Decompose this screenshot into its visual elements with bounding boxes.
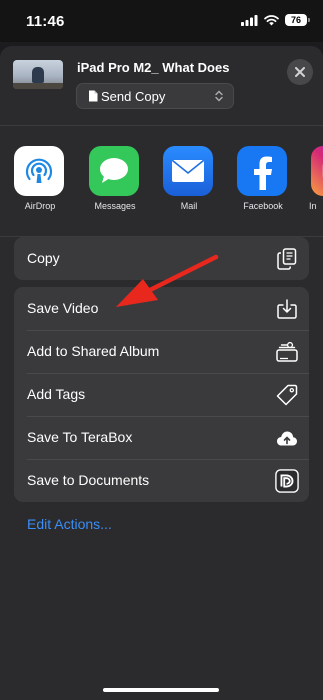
edit-actions-link[interactable]: Edit Actions... xyxy=(27,516,112,532)
document-icon xyxy=(89,90,98,102)
action-save-to-terabox[interactable]: Save To TeraBox xyxy=(14,416,309,459)
app-name: Facebook xyxy=(243,201,283,211)
app-instagram[interactable]: In xyxy=(309,146,323,211)
header-divider xyxy=(0,125,323,126)
action-label: Save To TeraBox xyxy=(27,429,133,445)
action-copy[interactable]: Copy xyxy=(14,237,309,280)
cellular-signal-icon xyxy=(241,14,258,26)
app-messages[interactable]: Messages xyxy=(89,146,141,211)
app-facebook[interactable]: Facebook xyxy=(237,146,289,211)
shared-item-title: iPad Pro M2_ What Does xyxy=(77,60,230,75)
actions-group: Save Video Add to Shared Album Add Tags … xyxy=(14,287,309,502)
facebook-icon xyxy=(237,146,287,196)
send-option-selector[interactable]: Send Copy xyxy=(76,83,234,109)
app-mail[interactable]: Mail xyxy=(163,146,215,211)
action-save-to-documents[interactable]: Save to Documents xyxy=(14,459,309,502)
action-label: Copy xyxy=(27,250,60,266)
action-label: Add to Shared Album xyxy=(27,343,160,359)
share-sheet: iPad Pro M2_ What Does Send Copy AirDrop… xyxy=(0,46,323,700)
action-save-video[interactable]: Save Video xyxy=(14,287,309,330)
app-share-row: AirDrop Messages Mail Facebook In xyxy=(0,146,323,226)
close-button[interactable] xyxy=(287,59,313,85)
instagram-icon xyxy=(311,146,323,196)
action-add-tags[interactable]: Add Tags xyxy=(14,373,309,416)
close-icon xyxy=(295,67,305,77)
app-name: Messages xyxy=(94,201,136,211)
app-name: Mail xyxy=(180,201,198,211)
wifi-icon xyxy=(264,14,279,25)
battery-icon: 76 xyxy=(285,14,310,26)
copy-icon xyxy=(275,247,299,271)
documents-app-icon xyxy=(275,469,299,493)
action-label: Save Video xyxy=(27,300,99,316)
status-icons: 76 xyxy=(241,14,310,26)
app-name: AirDrop xyxy=(24,201,56,211)
tag-icon xyxy=(275,383,299,407)
messages-icon xyxy=(89,146,139,196)
cloud-upload-icon xyxy=(275,426,299,450)
video-thumbnail xyxy=(13,60,63,89)
app-airdrop[interactable]: AirDrop xyxy=(14,146,66,211)
mail-icon xyxy=(163,146,213,196)
status-bar: 11:46 76 xyxy=(0,0,323,42)
airdrop-icon xyxy=(14,146,64,196)
action-label: Save to Documents xyxy=(27,472,150,488)
save-video-icon xyxy=(275,297,299,321)
chevron-up-down-icon xyxy=(215,90,223,102)
home-indicator xyxy=(103,688,219,692)
app-name: In xyxy=(309,201,317,211)
action-add-to-shared-album[interactable]: Add to Shared Album xyxy=(14,330,309,373)
share-header: iPad Pro M2_ What Does Send Copy xyxy=(0,46,323,125)
status-time: 11:46 xyxy=(26,13,65,30)
action-label: Add Tags xyxy=(27,386,86,402)
copy-action-group: Copy xyxy=(14,237,309,280)
shared-album-icon xyxy=(275,340,299,364)
send-option-label: Send Copy xyxy=(101,89,166,104)
